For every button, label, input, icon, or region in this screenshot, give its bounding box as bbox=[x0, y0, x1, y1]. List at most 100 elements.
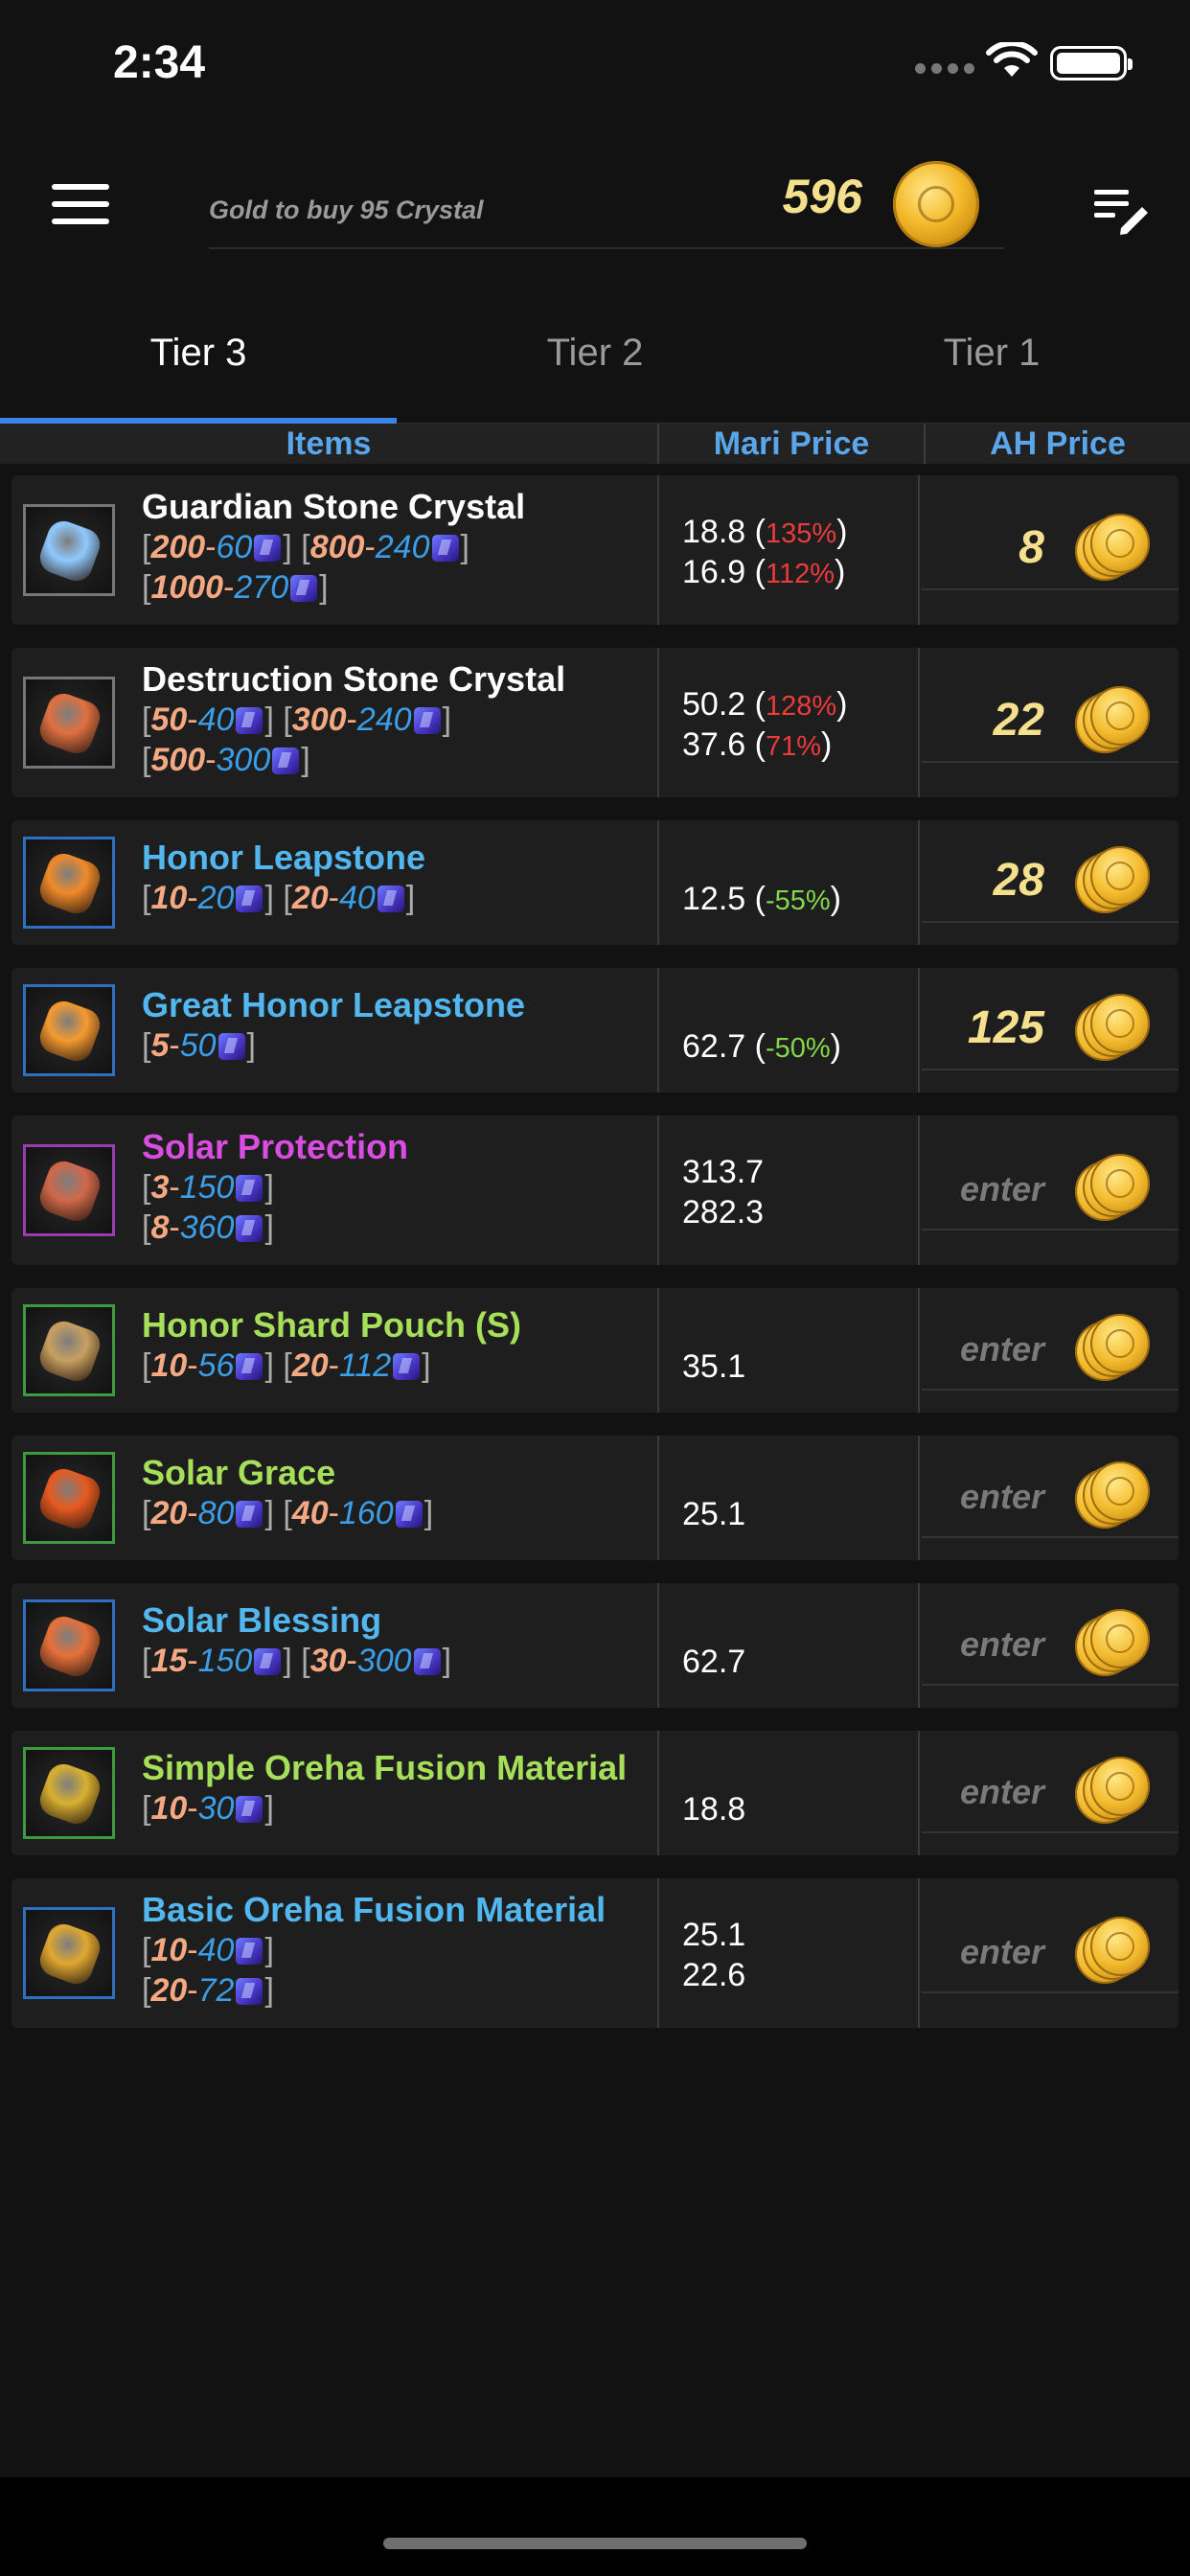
item-name: Basic Oreha Fusion Material bbox=[142, 1890, 606, 1929]
crystal-exchange-line: [200-60] [800-240] bbox=[142, 529, 469, 565]
ah-price-input[interactable]: 22 bbox=[929, 694, 1044, 747]
exchange-quantity: 20 bbox=[291, 1347, 329, 1384]
mari-price: 313.7 bbox=[682, 1154, 765, 1190]
ah-price-input[interactable]: enter bbox=[929, 1772, 1044, 1812]
crystal-icon bbox=[413, 1648, 441, 1675]
crystal-icon bbox=[393, 1353, 421, 1380]
exchange-quantity: 10 bbox=[150, 1932, 188, 1968]
exchange-quantity: 20 bbox=[150, 1495, 188, 1531]
row-separator bbox=[918, 1288, 920, 1413]
tab-tier-2[interactable]: Tier 2 bbox=[397, 316, 793, 424]
ah-price-input[interactable]: 8 bbox=[929, 521, 1044, 574]
gold-coins-icon bbox=[1073, 1607, 1150, 1684]
list-item[interactable]: Great Honor Leapstone [5-50] 62.7 (-50%) 12… bbox=[11, 968, 1179, 1092]
exchange-quantity: 10 bbox=[150, 880, 188, 916]
exchange-quantity: 300 bbox=[291, 702, 347, 738]
exchange-crystal-price: 40 bbox=[197, 702, 235, 738]
item-name: Great Honor Leapstone bbox=[142, 985, 526, 1024]
ah-price-input[interactable]: enter bbox=[929, 1932, 1044, 1972]
tier-tabs: Tier 3 Tier 2 Tier 1 bbox=[0, 316, 1190, 424]
row-separator bbox=[918, 475, 920, 625]
mari-price: 50.2 (128%) bbox=[682, 686, 848, 723]
list-item[interactable]: Honor Shard Pouch (S) [10-56] [20-112] 35.… bbox=[11, 1288, 1179, 1413]
crystal-exchange-line: [500-300] bbox=[142, 742, 310, 778]
gold-value[interactable]: 596 bbox=[738, 169, 862, 224]
ah-price-input[interactable]: enter bbox=[929, 1329, 1044, 1369]
tab-tier-1[interactable]: Tier 1 bbox=[793, 316, 1190, 424]
crystal-icon bbox=[413, 707, 441, 734]
list-item[interactable]: Honor Leapstone [10-20] [20-40] 12.5 (-55%… bbox=[11, 820, 1179, 945]
exchange-crystal-price: 240 bbox=[356, 702, 412, 738]
mari-price: 25.1 bbox=[682, 1496, 746, 1532]
exchange-crystal-price: 72 bbox=[197, 1972, 235, 2009]
list-item[interactable]: Solar Grace [20-80] [40-160] 25.1 enter bbox=[11, 1436, 1179, 1560]
exchange-quantity: 20 bbox=[150, 1972, 188, 2009]
exchange-crystal-price: 150 bbox=[179, 1169, 235, 1206]
exchange-quantity: 8 bbox=[150, 1209, 170, 1246]
item-name: Simple Oreha Fusion Material bbox=[142, 1748, 628, 1787]
item-name: Solar Blessing bbox=[142, 1600, 382, 1640]
ah-price-input[interactable]: enter bbox=[929, 1169, 1044, 1209]
column-header-ah-price: AH Price bbox=[926, 424, 1190, 464]
menu-button[interactable] bbox=[52, 184, 109, 230]
exchange-crystal-price: 150 bbox=[197, 1643, 253, 1679]
exchange-crystal-price: 40 bbox=[197, 1932, 235, 1968]
exchange-crystal-price: 20 bbox=[197, 880, 235, 916]
list-item[interactable]: Solar Blessing [15-150] [30-300] 62.7 enter bbox=[11, 1583, 1179, 1708]
exchange-crystal-price: 30 bbox=[197, 1790, 235, 1827]
list-item[interactable]: Destruction Stone Crystal [50-40] [300-24… bbox=[11, 648, 1179, 797]
ah-input-underline bbox=[922, 1069, 1179, 1070]
crystal-exchange-line: [10-20] [20-40] bbox=[142, 880, 416, 916]
exchange-crystal-price: 40 bbox=[338, 880, 376, 916]
row-separator bbox=[657, 968, 659, 1092]
exchange-quantity: 15 bbox=[150, 1643, 188, 1679]
mari-price-percent: 71% bbox=[765, 731, 822, 762]
item-icon bbox=[23, 984, 115, 1076]
crystal-icon bbox=[236, 707, 263, 734]
ah-price-input[interactable]: enter bbox=[929, 1477, 1044, 1517]
edit-list-icon[interactable] bbox=[1092, 184, 1150, 238]
row-separator bbox=[918, 1436, 920, 1560]
status-bar: 2:34 bbox=[0, 0, 1190, 134]
gold-coins-icon bbox=[1073, 684, 1150, 761]
gold-coins-icon bbox=[1073, 1312, 1150, 1389]
home-indicator[interactable] bbox=[383, 2538, 807, 2549]
mari-price-percent: -50% bbox=[765, 1033, 831, 1064]
list-item[interactable]: Basic Oreha Fusion Material [10-40] [20-72… bbox=[11, 1878, 1179, 2028]
row-separator bbox=[918, 1583, 920, 1708]
row-separator bbox=[657, 1583, 659, 1708]
mari-price-percent: 135% bbox=[765, 518, 837, 549]
item-name: Solar Grace bbox=[142, 1453, 336, 1492]
gold-coin-icon bbox=[893, 161, 979, 247]
ah-input-underline bbox=[922, 921, 1179, 923]
exchange-quantity: 200 bbox=[150, 529, 206, 565]
list-item[interactable]: Simple Oreha Fusion Material [10-30] 18.8 e… bbox=[11, 1731, 1179, 1855]
ah-price-input[interactable]: enter bbox=[929, 1624, 1044, 1665]
list-item[interactable]: Guardian Stone Crystal [200-60] [800-240]… bbox=[11, 475, 1179, 625]
exchange-quantity: 10 bbox=[150, 1790, 188, 1827]
crystal-exchange-line: [10-56] [20-112] bbox=[142, 1347, 431, 1384]
item-icon bbox=[23, 677, 115, 769]
gold-coins-icon bbox=[1073, 1152, 1150, 1229]
ah-price-input[interactable]: 28 bbox=[929, 854, 1044, 907]
signal-icon bbox=[915, 63, 974, 74]
exchange-crystal-price: 50 bbox=[179, 1027, 217, 1064]
crystal-icon bbox=[217, 1033, 245, 1060]
item-icon bbox=[23, 1907, 115, 1999]
mari-price: 35.1 bbox=[682, 1348, 746, 1385]
mari-price-percent: -55% bbox=[765, 886, 831, 916]
crystal-icon bbox=[395, 1501, 423, 1528]
list-item[interactable]: Solar Protection [3-150] [8-360] 313.7 282.3… bbox=[11, 1116, 1179, 1265]
row-separator bbox=[657, 820, 659, 945]
exchange-crystal-price: 112 bbox=[338, 1347, 392, 1384]
tab-tier-3[interactable]: Tier 3 bbox=[0, 316, 397, 424]
ah-price-input[interactable]: 125 bbox=[929, 1001, 1044, 1054]
crystal-icon bbox=[236, 1215, 263, 1242]
row-separator bbox=[918, 820, 920, 945]
column-header-mari-price: Mari Price bbox=[659, 424, 924, 464]
row-separator bbox=[657, 648, 659, 797]
column-header-items: Items bbox=[0, 424, 657, 464]
ah-input-underline bbox=[922, 1229, 1179, 1230]
exchange-quantity: 3 bbox=[150, 1169, 170, 1206]
exchange-quantity: 50 bbox=[150, 702, 188, 738]
